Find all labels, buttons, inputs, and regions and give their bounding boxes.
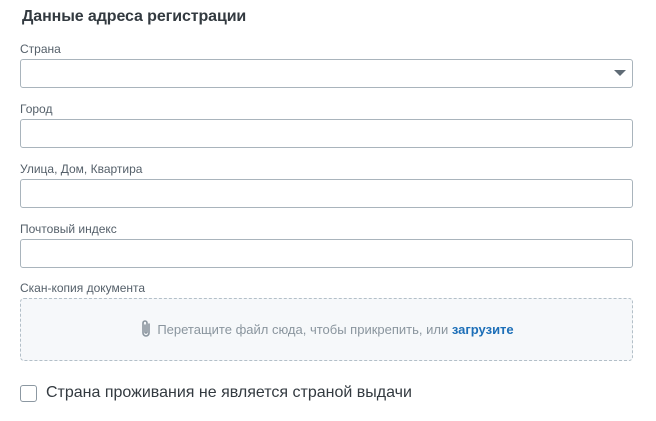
country-label: Страна [20,42,61,56]
upload-label: Скан-копия документа [20,281,146,295]
postal-label: Почтовый индекс [20,222,117,236]
dropzone-hint: Перетащите файл сюда, чтобы прикрепить, … [157,322,449,337]
city-label: Город [20,102,53,116]
residence-checkbox-row[interactable]: Страна проживания не является страной вы… [20,382,412,404]
street-label: Улица, Дом, Квартира [20,162,143,176]
section-title: Данные адреса регистрации [22,8,247,25]
paperclip-icon [139,319,153,342]
registration-address-form: Данные адреса регистрации Страна Город У… [0,0,656,421]
residence-checkbox-label[interactable]: Страна проживания не является страной вы… [46,384,412,402]
city-input[interactable] [20,119,633,148]
file-dropzone[interactable]: Перетащите файл сюда, чтобы прикрепить, … [20,298,633,361]
chevron-down-icon[interactable] [614,70,626,76]
dropzone-content: Перетащите файл сюда, чтобы прикрепить, … [21,319,632,342]
street-input[interactable] [20,179,633,208]
country-select[interactable] [20,59,633,88]
postal-input[interactable] [20,239,633,268]
residence-checkbox[interactable] [20,384,37,402]
upload-link[interactable]: загрузите [452,322,514,337]
